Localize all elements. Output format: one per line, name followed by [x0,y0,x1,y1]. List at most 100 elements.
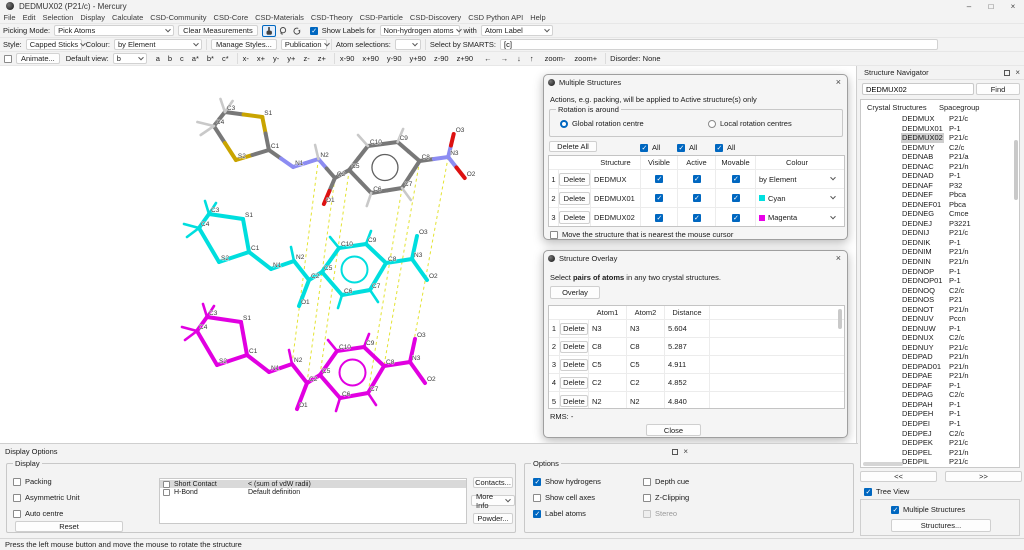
close-button[interactable]: × [1002,0,1024,12]
table-scrollbar[interactable] [838,309,842,329]
menu-item[interactable]: CSD-Discovery [406,13,464,22]
contacts-button[interactable]: Contacts... [473,477,513,488]
depth-cue-checkbox[interactable]: Depth cue [643,477,689,486]
translate-arrow-button[interactable]: ← [483,54,493,63]
all-visible-checkbox[interactable]: All [640,143,660,152]
local-rotation-radio[interactable]: Local rotation centres [708,119,792,128]
minimize-button[interactable]: – [958,0,980,12]
navigator-row[interactable]: DEDNOP P-1 [861,267,1019,277]
maximize-button[interactable]: □ [980,0,1002,12]
delete-button[interactable]: Delete [559,211,590,224]
find-button[interactable]: Find [976,83,1020,95]
axis-view-button[interactable]: c* [221,54,230,63]
active-checkbox[interactable] [693,194,701,202]
lasso-select-icon[interactable] [276,25,290,37]
menu-item[interactable]: Edit [19,13,39,22]
multiple-structures-checkbox[interactable]: Multiple Structures [891,505,965,514]
rotate-90-button[interactable]: y-90 [386,54,403,63]
navigator-row[interactable]: DEDPAH P-1 [861,400,1019,410]
all-active-checkbox[interactable]: All [677,143,697,152]
rotate-step-button[interactable]: x- [242,54,250,63]
delete-all-button[interactable]: Delete All [549,141,597,152]
navigator-row[interactable]: DEDPAG C2/c [861,390,1019,400]
delete-button[interactable]: Delete [560,395,588,407]
menu-item[interactable]: Selection [39,13,77,22]
tree-view-checkbox[interactable]: Tree View [864,487,909,496]
navigator-row[interactable]: DEDNEG Cmce [861,209,1019,219]
structures-button[interactable]: Structures... [891,519,991,532]
delete-button[interactable]: Delete [560,341,588,353]
dialog-title-bar[interactable]: Structure Overlay × [544,251,847,265]
z-clipping-checkbox[interactable]: Z-Clipping [643,493,689,502]
menu-item[interactable]: CSD-Materials [252,13,308,22]
navigator-row[interactable]: DEDPEH P-1 [861,409,1019,419]
previous-structures-button[interactable]: << [860,471,937,482]
translate-arrow-button[interactable]: → [500,54,510,63]
delete-button[interactable]: Delete [560,359,588,371]
pick-hand-icon[interactable] [262,25,276,37]
active-checkbox[interactable] [693,214,701,222]
navigator-row[interactable]: DEDPAF P-1 [861,381,1019,391]
navigator-row[interactable]: DEDMUX P21/c [861,114,1019,124]
rotate-step-button[interactable]: z- [302,54,310,63]
navigator-row[interactable]: DEDMUX02 P21/c [861,133,1019,143]
show-labels-checkbox[interactable] [310,27,318,35]
menu-item[interactable]: Help [527,13,549,22]
active-checkbox[interactable] [693,175,701,183]
navigator-row[interactable]: DEDNIM P21/n [861,247,1019,257]
animate-checkbox[interactable] [4,55,12,63]
picking-mode-select[interactable]: Pick Atoms [54,25,174,36]
short-contact-row[interactable]: Short Contact < (sum of vdW radii) [160,480,466,488]
navigator-row[interactable]: DEDNEF01 Pbca [861,200,1019,210]
close-icon[interactable]: × [836,253,841,263]
float-panel-icon[interactable] [672,449,678,455]
powder-button[interactable]: Powder... [473,513,513,524]
translate-arrow-button[interactable]: ↓ [516,54,522,63]
navigator-row[interactable]: DEDNUX C2/c [861,333,1019,343]
delete-button[interactable]: Delete [560,377,588,389]
asymmetric-unit-checkbox[interactable]: Asymmetric Unit [13,493,80,502]
packing-checkbox[interactable]: Packing [13,477,52,486]
navigator-row[interactable]: DEDNIJ P21/c [861,228,1019,238]
default-view-select[interactable]: b [113,53,147,64]
navigator-row[interactable]: DEDNOP01 P-1 [861,276,1019,286]
rotate-90-button[interactable]: z-90 [433,54,450,63]
more-info-button[interactable]: More Info [471,495,515,506]
visible-checkbox[interactable] [655,194,663,202]
delete-button[interactable]: Delete [559,192,590,205]
menu-item[interactable]: CSD-Theory [307,13,356,22]
rotate-step-button[interactable]: z+ [317,54,327,63]
navigator-row[interactable]: DEDNOQ C2/c [861,286,1019,296]
animate-button[interactable]: Animate... [16,53,60,64]
navigator-row[interactable]: DEDNAC P21/n [861,162,1019,172]
refcode-search-input[interactable] [862,83,974,95]
navigator-row[interactable]: DEDNUV Pccn [861,314,1019,324]
float-panel-icon[interactable] [1004,70,1010,76]
translate-arrow-button[interactable]: ↑ [529,54,535,63]
axis-view-button[interactable]: a* [191,54,200,63]
label-type-select[interactable]: Atom Label [481,25,553,36]
movable-checkbox[interactable] [732,214,740,222]
navigator-row[interactable]: DEDPEJ C2/c [861,429,1019,439]
menu-item[interactable]: CSD-Particle [356,13,406,22]
axis-view-button[interactable]: b [167,54,173,63]
rotate-step-button[interactable]: y+ [286,54,296,63]
axis-view-button[interactable]: a [155,54,161,63]
menu-item[interactable]: CSD-Community [147,13,210,22]
movable-checkbox[interactable] [732,175,740,183]
checkbox-icon[interactable] [163,481,170,488]
style-select[interactable]: Capped Sticks [26,39,82,50]
close-icon[interactable]: × [836,77,841,87]
checkbox-icon[interactable] [163,489,170,496]
rotate-90-button[interactable]: y+90 [409,54,427,63]
navigator-row[interactable]: DEDPEI P-1 [861,419,1019,429]
global-rotation-radio[interactable]: Global rotation centre [560,119,644,128]
colour-select[interactable]: by Element [756,170,838,188]
navigator-row[interactable]: DEDNAB P21/a [861,152,1019,162]
visible-checkbox[interactable] [655,175,663,183]
navigator-row[interactable]: DEDPAD01 P21/n [861,362,1019,372]
menu-item[interactable]: Calculate [108,13,146,22]
colour-select[interactable]: Cyan [756,189,838,207]
close-panel-icon[interactable]: × [1015,68,1020,77]
reset-button[interactable]: Reset [15,521,123,532]
